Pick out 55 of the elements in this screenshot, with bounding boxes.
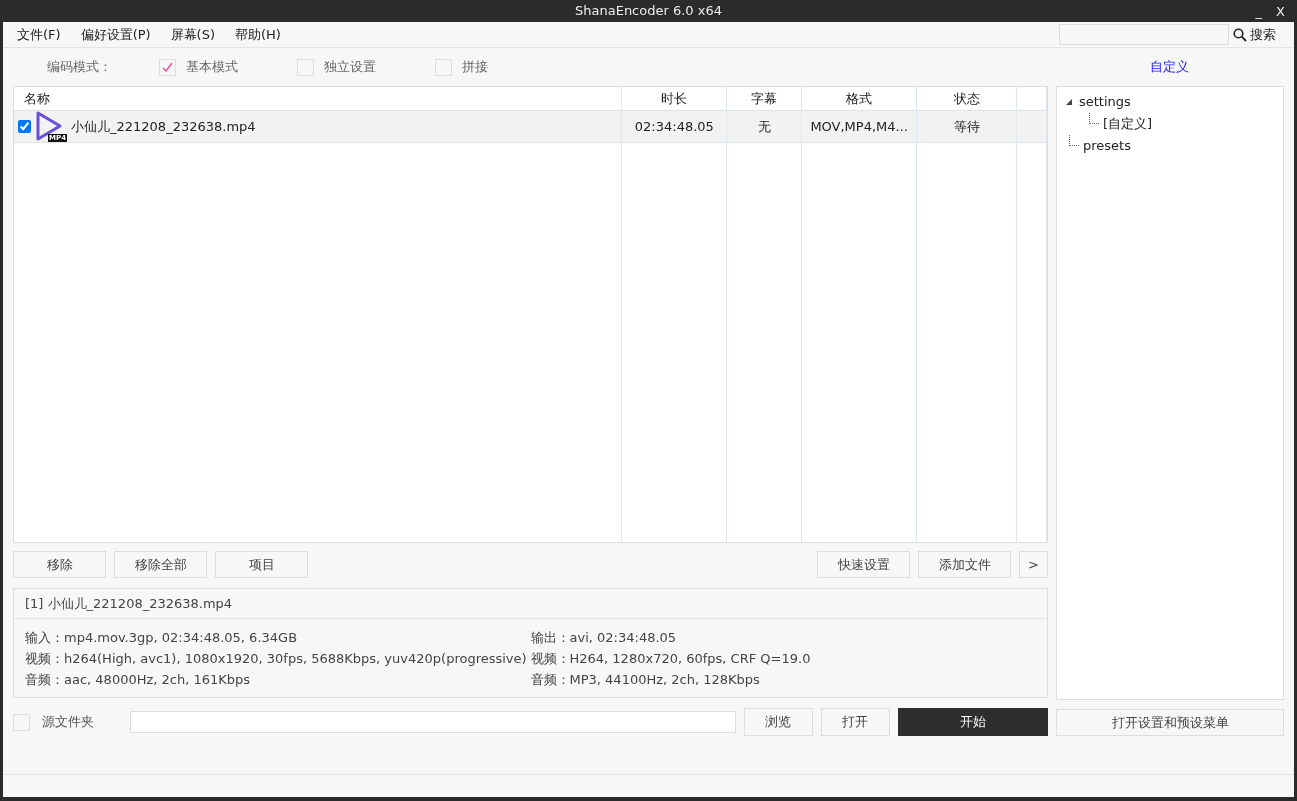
close-button[interactable]: X [1276, 2, 1285, 22]
file-name: 小仙儿_221208_232638.mp4 [71, 117, 256, 136]
search-icon [1232, 27, 1247, 42]
table-cell-text: 等待 [953, 117, 980, 136]
file-title: [1] 小仙儿_221208_232638.mp4 [14, 589, 1047, 619]
info-line: 输出：avi, 02:34:48.05 [530, 629, 678, 647]
expand-button[interactable]: > [1019, 551, 1048, 578]
info-line: 视频：h264(High, avc1), 1080x1920, 30fps, 5688Kbps, yuv420p(progressive) [25, 650, 528, 668]
info-line: 视频：H264, 1280x720, 60fps, CRF Q=19.0 [530, 650, 812, 668]
minimize-button[interactable]: _ [1255, 2, 1263, 22]
action-button[interactable]: 添加文件 [918, 551, 1011, 578]
search-button[interactable]: 搜索 [1232, 24, 1276, 45]
info-line: 输入：mp4.mov.3gp, 02:34:48.05, 6.34GB [25, 629, 299, 647]
checkbox-label: 拼接 [462, 58, 488, 77]
info-line: 音频：aac, 48000Hz, 2ch, 161Kbps [25, 671, 252, 689]
table-cell-text: 无 [757, 117, 771, 136]
mode-label: 编码模式： [47, 58, 113, 77]
expand-icon[interactable] [1065, 98, 1075, 106]
search-field[interactable] [1058, 24, 1229, 45]
action-button[interactable]: 移除全部 [114, 551, 207, 578]
checkbox[interactable] [297, 58, 314, 76]
info-line: 音频：MP3, 44100Hz, 2ch, 128Kbps [530, 671, 761, 689]
checkbox-label: 独立设置 [324, 58, 376, 77]
table-cell-text: MOV,MP4,M4... [810, 117, 908, 136]
window-title: ShanaEncoder 6.0 x64 [575, 2, 722, 21]
checkbox[interactable] [13, 713, 30, 731]
menu-item[interactable]: 帮助(H) [235, 24, 281, 45]
preset-link[interactable]: 自定义 [1044, 57, 1294, 77]
menu-item[interactable]: 文件(F) [17, 24, 61, 45]
checkbox-label: 源文件夹 [41, 713, 95, 732]
action-button[interactable]: 项目 [215, 551, 308, 578]
tree-item[interactable]: presets [1083, 136, 1131, 156]
tree-item[interactable]: settings [1079, 92, 1131, 112]
menu-item[interactable]: 偏好设置(P) [80, 24, 151, 45]
path-field[interactable] [130, 711, 736, 733]
row-cell[interactable]: 等待 [917, 111, 1017, 143]
tree-line [1069, 135, 1079, 146]
start-button[interactable]: 开始 [897, 708, 1048, 736]
checkbox[interactable] [159, 58, 176, 76]
tree-item[interactable]: [自定义] [1103, 114, 1153, 134]
checkbox-label: 基本模式 [186, 58, 238, 77]
row-cell[interactable]: 02:34:48.05 [622, 111, 727, 143]
settings-menu-button[interactable]: 打开设置和预设菜单 [1056, 709, 1284, 736]
row-cell[interactable]: 无 [727, 111, 802, 143]
action-button[interactable]: 打开 [820, 708, 890, 736]
table-cell-text: 02:34:48.05 [634, 117, 714, 136]
checkbox[interactable] [435, 58, 452, 76]
tree-line [1089, 113, 1099, 124]
row-cell[interactable]: MOV,MP4,M4... [802, 111, 917, 143]
action-button[interactable]: 快速设置 [817, 551, 910, 578]
menu-item[interactable]: 屏幕(S) [170, 24, 215, 45]
action-button[interactable]: 浏览 [743, 708, 813, 736]
action-button[interactable]: 移除 [13, 551, 106, 578]
row-checkbox[interactable] [18, 120, 31, 133]
row-cell[interactable] [1017, 111, 1046, 143]
